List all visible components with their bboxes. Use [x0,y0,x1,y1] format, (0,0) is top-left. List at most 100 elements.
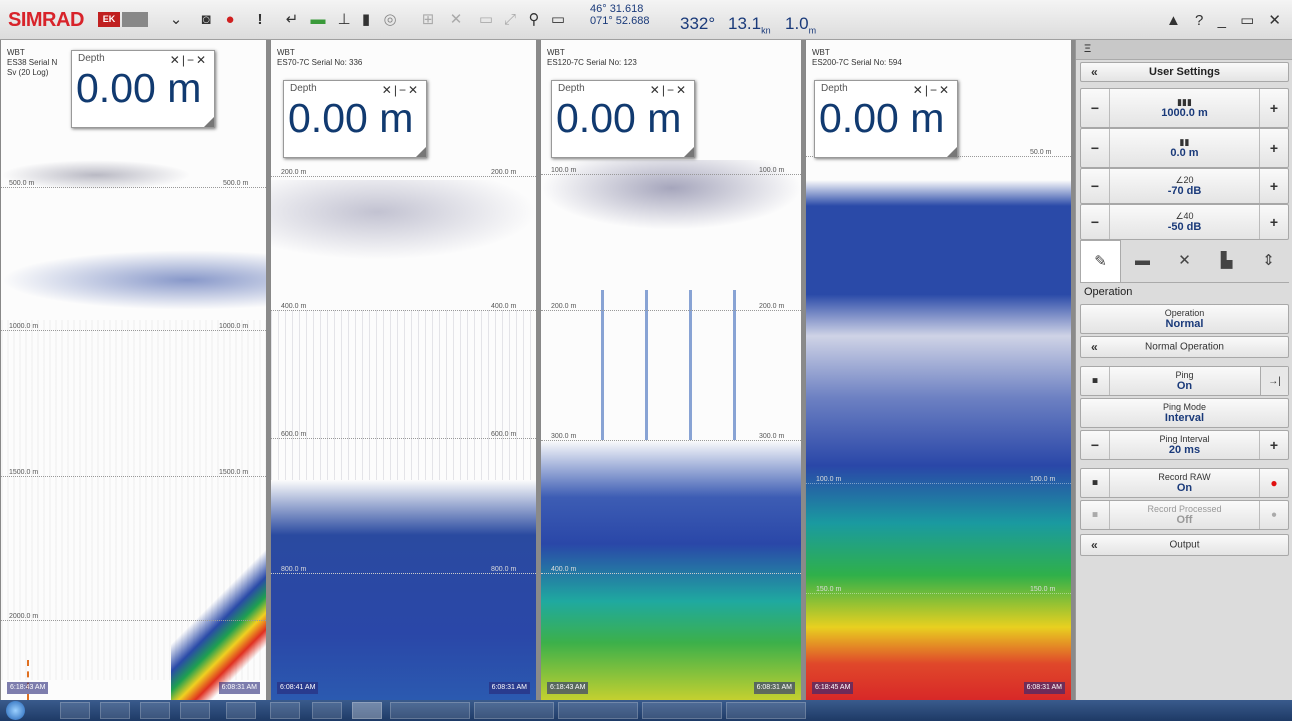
range-start-control[interactable]: − ▮▮ 0.0 m + [1080,128,1289,168]
echogram-pane-es200[interactable]: WBT ES200-7C Serial No: 594 50.0 m 100.0… [805,40,1075,700]
taskbar-terminal-icon[interactable] [226,702,256,719]
echogram-pane-es120[interactable]: WBT ES120-7C Serial No: 123 100.0 m 100.… [540,40,805,700]
depth-readout-box[interactable]: Depth ✕|−✕ 0.00 m [814,80,958,158]
gain2-decrease-button[interactable]: − [1083,214,1107,230]
undo-icon[interactable]: ↵ [282,10,302,30]
tab-scroll[interactable]: ⇕ [1248,240,1289,282]
operation-tab-icon: ✎ [1094,253,1107,270]
operation-button[interactable]: Operation Normal [1080,304,1289,334]
ping-stop-button[interactable]: ■ [1083,376,1107,387]
menu-icon[interactable]: Ξ [1084,43,1091,55]
taskbar-window[interactable] [642,702,722,719]
single-ping-button[interactable]: →| [1260,367,1288,395]
range-start-value: 0.0 m [1170,147,1199,159]
depth-label: Depth [558,83,585,94]
side-panel: Ξ « User Settings − ▮▮▮ 1000.0 m + − ▮▮ 0.… [1075,40,1292,700]
range-start-increase-button[interactable]: + [1262,140,1286,156]
tvg-gain-control[interactable]: − ∠20 -70 dB + [1080,168,1289,204]
taskbar-window[interactable] [726,702,806,719]
range-value: 1000.0 m [1161,107,1208,119]
depth-readout-box[interactable]: Depth ✕|−✕ 0.00 m [551,80,695,158]
start-button-icon[interactable] [6,701,25,720]
taskbar-ek-icon[interactable] [352,702,382,719]
taskbar-browser-icon[interactable] [60,702,90,719]
tab-active[interactable]: ▙ [1206,240,1247,282]
resize-grip-icon[interactable] [204,117,214,127]
taskbar-window[interactable] [474,702,554,719]
zoom-icon[interactable]: ⚲ [524,10,544,30]
taskbar-app3-icon[interactable] [312,702,342,719]
depth-grid-label: 800.0 m [281,566,307,573]
depth-readout-box[interactable]: Depth ✕|−✕ 0.00 m [71,50,215,128]
record-processed-control[interactable]: ■ Record Processed Off ● [1080,500,1289,530]
pane-transducer: ES70-7C Serial No: 336 [277,58,363,67]
depth-value: 0.00 m [76,65,202,111]
record-processed-stop-button[interactable]: ■ [1083,510,1107,521]
heading-readout: 332° [680,14,715,34]
range-control[interactable]: − ▮▮▮ 1000.0 m + [1080,88,1289,128]
gain-decrease-button[interactable]: − [1083,178,1107,194]
depth-grid-line [1,620,266,621]
taskbar-folder-icon[interactable] [100,702,130,719]
ping-value: On [1176,380,1193,392]
resize-grip-icon[interactable] [416,147,426,157]
taskbar-app-icon[interactable] [180,702,210,719]
output-button[interactable]: « Output [1080,534,1289,556]
pane-header: WBT ES200-7C Serial No: 594 [812,48,902,68]
bottom-echo [171,520,266,700]
pane-transceiver: WBT [277,48,295,57]
battery-icon[interactable]: ▭ [548,10,568,30]
depth-marker-icon[interactable]: ⊥ [334,10,354,30]
product-badge: EK [98,12,120,27]
grid-icon[interactable]: ⊞ [418,10,438,30]
range-start-decrease-button[interactable]: − [1083,140,1107,156]
gain-increase-button[interactable]: + [1262,178,1286,194]
camera-icon[interactable]: ◙ [196,10,216,30]
resize-grip-icon[interactable] [947,147,957,157]
tvg-gain-control-2[interactable]: − ∠40 -50 dB + [1080,204,1289,240]
histogram-icon[interactable]: ▮ [356,10,376,30]
depth-grid-line [271,573,536,574]
ping-interval-decrease-button[interactable]: − [1083,437,1107,453]
record-raw-control[interactable]: ■ Record RAW On ● [1080,468,1289,498]
expand-icon[interactable]: ⤢ [500,10,520,30]
compass-icon[interactable]: ◎ [380,10,400,30]
ping-time-right: 6:08:31 AM [488,682,530,694]
resize-grip-icon[interactable] [684,147,694,157]
ping-interval-control[interactable]: − Ping Interval 20 ms + [1080,430,1289,460]
record-dot-icon[interactable]: ● [1262,476,1286,490]
gain2-slope-icon: ∠ [1175,211,1184,221]
alarm-icon[interactable]: ! [250,10,270,30]
tools-icon[interactable]: ✕ [446,10,466,30]
tab-display[interactable]: ▬ [1122,240,1163,282]
latitude-readout: 46° 31.618 [590,3,644,15]
range-decrease-button[interactable]: − [1083,100,1107,116]
taskbar-window[interactable] [390,702,470,719]
ping-interval-increase-button[interactable]: + [1262,437,1286,453]
tab-setup[interactable]: ✕ [1164,240,1205,282]
taskbar-window[interactable] [558,702,638,719]
tab-operation[interactable]: ✎ [1080,240,1121,282]
layout-icon[interactable]: ▭ [476,10,496,30]
stop-icon[interactable]: ● [220,10,240,30]
ping-mode-button[interactable]: Ping Mode Interval [1080,398,1289,428]
record-raw-stop-button[interactable]: ■ [1083,478,1107,489]
window-controls[interactable]: ▲ ? _ ▭ ✕ [1166,11,1286,29]
taskbar-app2-icon[interactable] [270,702,300,719]
product-badge-secondary [122,12,148,27]
depth-grid-label: 200.0 m [759,303,785,310]
echogram-pane-es38[interactable]: WBT ES38 Serial N Sv (20 Log) 500.0 m 50… [0,40,270,700]
range-increase-button[interactable]: + [1262,100,1286,116]
chevrons-down-icon[interactable]: ⌄ [166,10,186,30]
ping-time-left: 6:18:43 AM [547,682,589,694]
record-processed-dot-icon[interactable]: ● [1262,510,1286,521]
gain2-increase-button[interactable]: + [1262,214,1286,230]
depth-label: Depth [821,83,848,94]
normal-operation-button[interactable]: « Normal Operation [1080,336,1289,358]
color-scale-icon[interactable]: ▬ [308,10,328,30]
user-settings-button[interactable]: « User Settings [1080,62,1289,82]
echogram-pane-es70[interactable]: WBT ES70-7C Serial No: 336 200.0 m 200.0… [270,40,540,700]
depth-readout-box[interactable]: Depth ✕|−✕ 0.00 m [283,80,427,158]
taskbar-media-icon[interactable] [140,702,170,719]
ping-control[interactable]: ■ Ping On →| [1080,366,1289,396]
